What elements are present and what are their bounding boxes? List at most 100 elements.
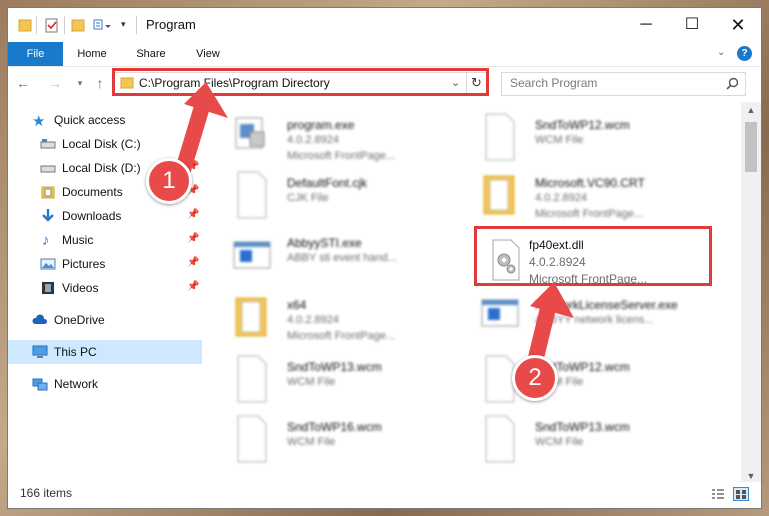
file-list: program.exe 4.0.2.8924 Microsoft FrontPa… [202,102,742,472]
forward-arrow-icon[interactable]: → [46,74,64,92]
file-name: SndToWP13.wcm [535,420,630,434]
sidebar-item-label: Network [54,377,99,391]
step-badge-1: 1 [146,158,192,204]
scrollbar-thumb[interactable] [745,122,757,172]
file-name: SndToWP16.wcm [287,420,382,434]
sidebar-item-pictures[interactable]: Pictures 📌 [8,252,202,276]
sidebar-item-videos[interactable]: Videos 📌 [8,276,202,300]
pin-icon: 📌 [187,281,200,292]
up-arrow-icon[interactable]: ↑ [91,74,109,92]
ribbon-tabs: File Home Share View ⌄ ? [8,42,761,67]
search-icon[interactable] [726,77,739,90]
file-description: ABBY sti event hand... [287,252,397,264]
properties-icon[interactable] [44,16,60,34]
separator [36,16,37,34]
sidebar-item-onedrive[interactable]: OneDrive [8,308,202,332]
sidebar-item-label: Pictures [62,257,106,271]
file-version: 4.0.2.8924 [287,314,339,326]
download-arrow-icon [42,209,54,222]
file-type: WCM File [535,436,584,448]
status-bar: 166 items [8,482,761,508]
folder-icon [483,175,515,215]
sidebar-item-label: This PC [54,345,97,359]
back-arrow-icon[interactable]: ← [14,74,32,92]
maximize-button[interactable]: ☐ [669,8,715,42]
sidebar-item-network[interactable]: Network [8,372,202,396]
file-item[interactable]: x64 4.0.2.8924 Microsoft FrontPage... [232,292,477,350]
network-icon [32,378,48,391]
customize-toolbar-icon[interactable] [92,16,112,34]
address-highlight-box [112,68,489,96]
file-name: SndToWP12.wcm [535,118,630,132]
sidebar-item-label: Downloads [62,209,122,223]
file-item[interactable]: SndToWP13.wcm WCM File [232,354,477,412]
sidebar-item-label: Local Disk (D:) [62,161,141,175]
exe-icon [233,241,271,269]
file-version: 4.0.2.8924 [535,192,587,204]
search-input[interactable]: Search Program [510,76,597,90]
drive-icon [40,165,56,173]
sidebar-item-downloads[interactable]: Downloads 📌 [8,204,202,228]
sidebar-item-label: OneDrive [54,313,105,327]
expand-ribbon-icon[interactable]: ⌄ [717,47,725,58]
details-view-icon[interactable] [711,488,725,500]
close-button[interactable]: ✕ [715,8,761,42]
file-item[interactable]: program.exe 4.0.2.8924 Microsoft FrontPa… [232,112,477,170]
tab-view[interactable]: View [186,42,230,66]
new-folder-icon[interactable] [70,16,86,34]
file-name: x64 [287,298,307,312]
exe-icon [481,299,519,327]
file-description: Microsoft FrontPage... [535,208,644,220]
sidebar-item-label: Local Disk (C:) [62,137,141,151]
folder-icon [18,19,32,32]
file-version: 4.0.2.8924 [287,134,339,146]
file-highlight-box [474,226,712,286]
tab-share[interactable]: Share [129,42,173,66]
file-item[interactable]: NetworkLicenseServer.exe ABBYY network l… [480,292,725,350]
file-item[interactable]: SndToWP13.wcm WCM File [480,414,725,472]
file-type: WCM File [535,134,584,146]
file-icon [485,113,515,161]
sidebar-item-local-disk-c[interactable]: Local Disk (C:) 📌 [8,132,202,156]
title-bar: ▾ Program ─ ☐ ✕ [8,8,761,42]
file-description: ABBYY network licens... [535,314,654,326]
folder-icon [235,297,267,337]
tab-file[interactable]: File [8,42,63,66]
cloud-icon [32,314,48,324]
file-item[interactable]: SndToWP16.wcm WCM File [232,414,477,472]
pin-icon: 📌 [187,233,200,244]
file-item[interactable]: Microsoft.VC90.CRT 4.0.2.8924 Microsoft … [480,170,725,228]
file-item[interactable]: DefaultFont.cjk CJK File [232,170,477,228]
sidebar-item-quick-access[interactable]: ★ Quick access [8,108,202,132]
sidebar-item-music[interactable]: ♪ Music 📌 [8,228,202,252]
file-icon [485,415,515,463]
vertical-scrollbar[interactable]: ▲ ▼ [741,102,761,484]
separator [136,16,137,34]
computer-icon [32,345,48,358]
help-icon[interactable]: ? [737,46,752,61]
sidebar-item-label: Documents [62,185,123,199]
star-icon: ★ [32,113,46,130]
chevron-down-icon[interactable]: ▾ [121,19,126,37]
file-name: NetworkLicenseServer.exe [535,298,678,312]
file-name: DefaultFont.cjk [287,176,368,190]
recent-locations-icon[interactable]: ▾ [71,74,89,92]
minimize-button[interactable]: ─ [623,8,669,42]
file-type: WCM File [287,376,336,388]
sidebar-item-label: Music [62,233,94,247]
program-exe-icon [235,117,265,149]
large-icons-view-icon[interactable] [733,487,749,501]
scroll-up-icon[interactable]: ▲ [741,102,761,118]
file-item[interactable]: AbbyySTI.exe ABBY sti event hand... [232,230,477,288]
file-icon [237,415,267,463]
sidebar-item-this-pc[interactable]: This PC [8,340,202,364]
tab-home[interactable]: Home [70,42,114,66]
file-item[interactable]: SndToWP12.wcm WCM File [480,112,725,170]
file-name: SndToWP13.wcm [287,360,382,374]
sidebar-item-label: Quick access [54,113,126,127]
file-icon [237,355,267,403]
file-description: Microsoft FrontPage... [287,330,396,342]
search-box[interactable]: Search Program [501,72,746,96]
window-title: Program [146,17,196,32]
file-description: Microsoft FrontPage... [287,150,396,162]
